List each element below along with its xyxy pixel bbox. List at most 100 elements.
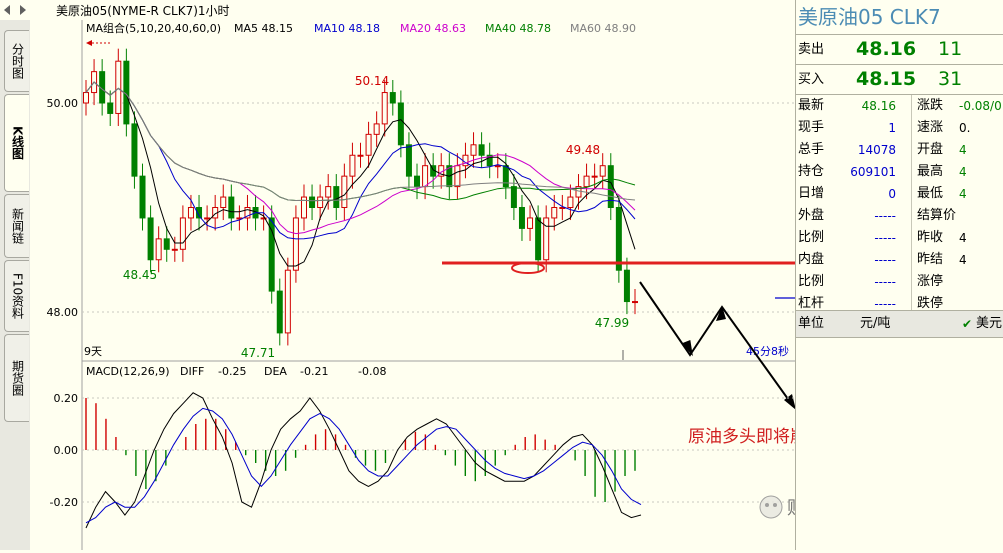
stats-row: 比例 ----- 昨收 4 [796,227,1003,249]
chart-title-bar: 美原油05(NYME-R CLK7)1小时 [30,0,795,21]
candle [333,186,340,209]
candle [171,248,178,251]
annotation-text: 原油多头即将崩溃 [688,427,795,447]
candle [317,196,324,209]
watermark-text: 财经生活参考 [787,498,795,519]
ma5-label: MA5 48.15 [234,22,293,35]
candle [535,217,542,261]
quote-panel: 美原油05 CLK7 卖出 48.16 11 买入 48.15 31 最新 48.… [795,0,1003,550]
tab-kline[interactable]: K线图 [4,94,29,192]
candle [155,238,162,261]
side-tab-bar: 分时图 K线图 新闻链 F10资料 期货圈 [0,20,30,550]
check-icon[interactable]: ✔ [962,311,972,337]
stat-label: 最新 [798,98,825,113]
stat-value: ----- [874,231,896,245]
tab-fenshi[interactable]: 分时图 [4,30,29,92]
stats-row: 持仓 609101 最高 4 [796,161,1003,183]
candle [510,186,517,209]
stat-value: 609101 [850,165,896,179]
y-tick-48: 48.00 [47,306,79,319]
macd-tick-neg020: -0.20 [50,496,78,509]
annot-low-3: 47.99 [595,316,629,330]
candle [381,92,388,125]
tab-f10[interactable]: F10资料 [4,260,29,332]
candle [405,144,412,177]
bid-price: 48.15 [856,68,917,90]
candle [462,154,469,167]
candle [107,102,114,114]
candle [494,165,501,168]
candle [527,217,534,229]
stat-value-right: -0.08/0. [959,99,1003,113]
ma40-label: MA40 48.78 [485,22,551,35]
candle [325,186,332,198]
diff-value: -0.25 [218,365,246,378]
ma-group-label: MA组合(5,10,20,40,60,0) [86,21,221,35]
candle [163,238,170,250]
ask-label: 卖出 [798,42,825,57]
stat-label-right: 开盘 [917,142,944,157]
tab-f10-label: F10资料 [10,272,25,320]
bid-label: 买入 [798,72,825,87]
ma60-label: MA60 48.90 [570,22,636,35]
stat-value-right: 4 [959,143,967,157]
chart-canvas: 50.00 48.00 MA组合(5,10,20,40,60,0) MA5 48… [30,20,895,550]
stat-label-right: 涨停 [917,274,944,289]
tab-news[interactable]: 新闻链 [4,194,29,258]
stat-value: ----- [874,275,896,289]
candle [341,175,348,208]
macd-name: MACD(12,26,9) [86,365,170,378]
stat-label: 总手 [798,142,825,157]
stats-row: 总手 14078 开盘 4 [796,139,1003,161]
candle [268,217,275,292]
stat-value: ----- [874,253,896,267]
dea-value: -0.21 [300,365,328,378]
tab-futures-circle-label: 期货圈 [10,360,25,396]
stats-row: 比例 ----- 涨停 [796,271,1003,293]
candle [583,175,590,188]
candle [397,102,404,146]
candle [83,92,89,104]
tab-news-label: 新闻链 [10,208,25,244]
stats-row: 现手 1 速涨 0. [796,117,1003,139]
stat-label: 现手 [798,120,825,135]
ma20-label: MA20 48.63 [400,22,466,35]
candle [632,301,638,304]
macd-value: -0.08 [358,365,386,378]
y-tick-50: 50.00 [47,97,79,110]
candle [373,123,380,135]
currency-toggle[interactable]: 美元 [976,311,1002,337]
annot-low-1: 48.45 [123,268,157,282]
tab-futures-circle[interactable]: 期货圈 [4,334,29,422]
candle [567,196,574,209]
stat-value-right: 4 [959,187,967,201]
stats-row: 内盘 ----- 昨结 4 [796,249,1003,271]
stat-label-right: 最低 [917,186,944,201]
stat-label: 外盘 [798,208,825,223]
panel-title: 美原油05 CLK7 [796,0,1003,35]
title-arrows-icon[interactable] [0,0,30,20]
macd-tick-020: 0.20 [54,392,79,405]
macd-tick-000: 0.00 [54,444,79,457]
candle [454,165,461,188]
candle [615,207,622,271]
annot-high-2: 49.48 [566,143,600,157]
candle [220,196,227,209]
ma10-label: MA10 48.18 [314,22,380,35]
candle [591,175,598,178]
stat-value: 14078 [857,143,896,157]
candle [623,269,630,303]
stat-label: 内盘 [798,252,825,267]
diff-label: DIFF [180,365,204,378]
stat-value: 1 [888,121,896,135]
stat-label: 持仓 [798,164,825,179]
time-left-label: 9天 [84,345,102,358]
ask-volume: 11 [938,38,963,60]
stat-label-right: 结算价 [917,208,957,223]
candle [292,217,299,271]
tab-fenshi-label: 分时图 [10,43,25,79]
candle [478,144,485,156]
stats-row: 最新 48.16 涨跌 -0.08/0. [796,95,1003,117]
stat-label-right: 昨结 [917,252,944,267]
bid-row: 买入 48.15 31 [796,65,1003,94]
